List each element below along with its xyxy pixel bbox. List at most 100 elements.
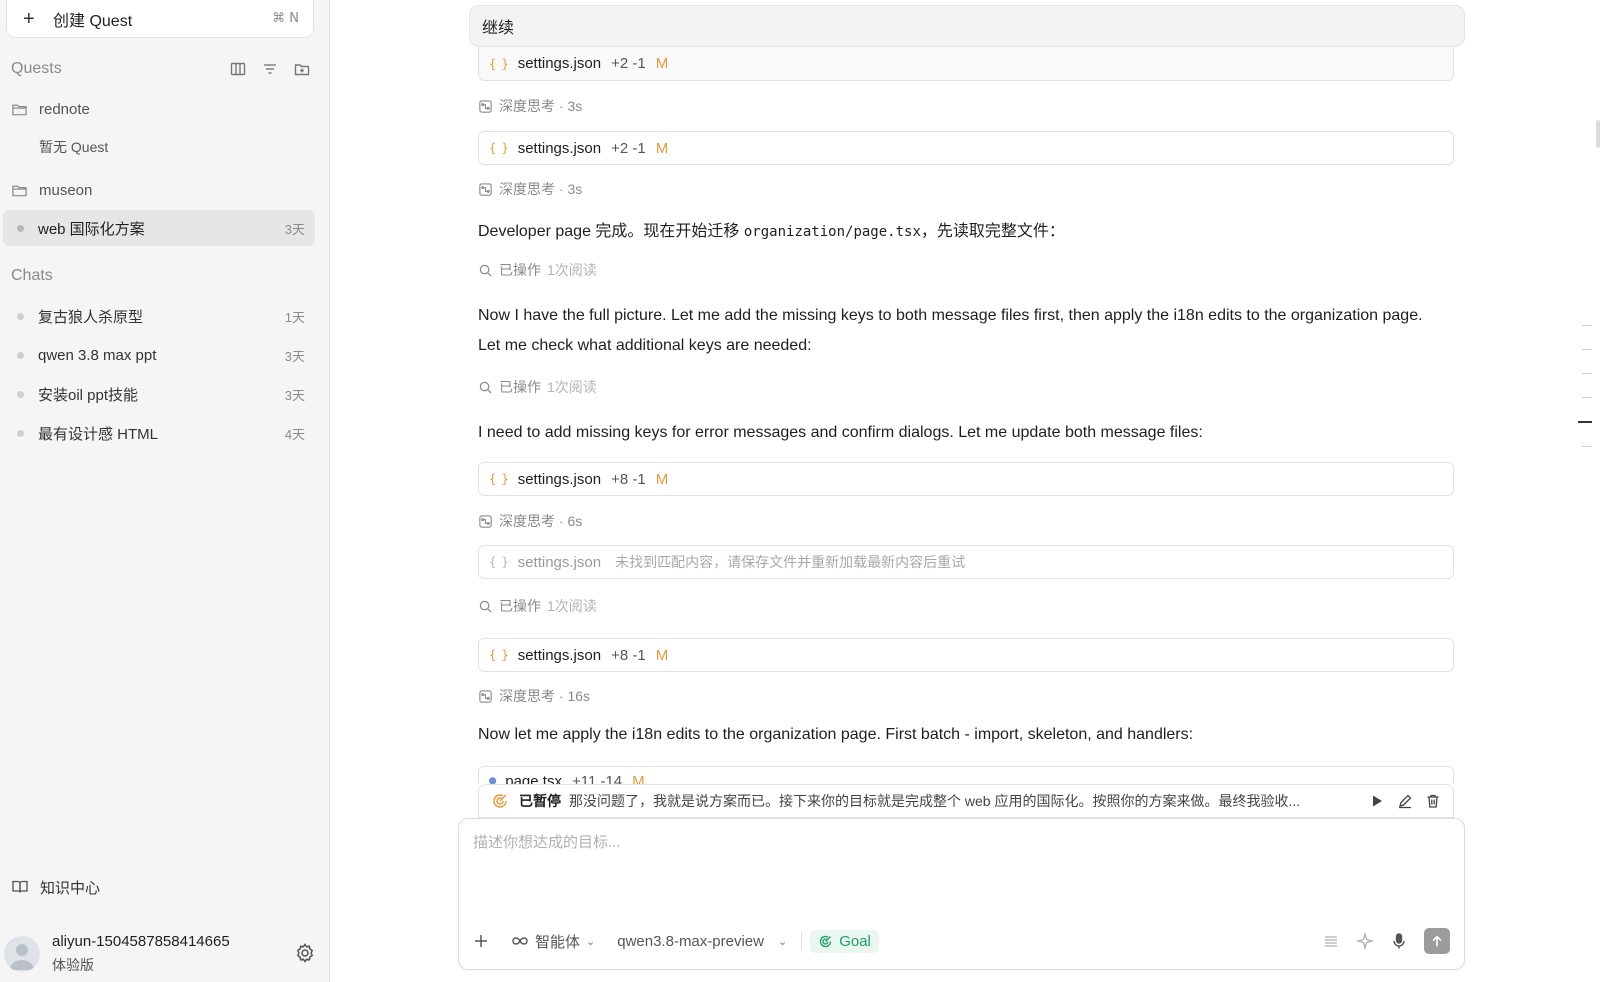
scrollbar-thumb[interactable] [1596,120,1600,148]
status-dot [17,312,24,320]
folder-museon[interactable]: museon [11,176,319,204]
chat-age: 3天 [284,348,305,364]
folder-rednote[interactable]: rednote [11,95,319,123]
plus-icon: + [23,7,35,30]
thinking-indicator[interactable]: 深度思考 · 3s [478,96,582,116]
file-name: page.tsx [505,773,562,784]
brain-icon [479,514,492,528]
model-select[interactable]: qwen3.8-max-preview ⌄ [617,933,787,950]
scroll-marker[interactable] [1582,325,1592,326]
text-segment: I need to add missing keys for error mes… [478,424,1203,441]
json-file-icon: { } [489,56,509,71]
file-edit-card[interactable]: { } settings.json +2 -1 M [478,131,1454,165]
tsx-file-icon: ● [489,773,496,784]
user-message: 继续 [469,5,1465,47]
file-edit-card[interactable]: { } settings.json +8 -1 M [478,462,1454,496]
quests-heading: Quests [11,60,62,77]
user-plan: 体验版 [52,957,94,973]
knowledge-label: 知识中心 [40,879,101,897]
knowledge-center-link[interactable]: 知识中心 [11,874,100,900]
assistant-text: Now I have the full picture. Let me add … [478,301,1438,361]
error-message: 未找到匹配内容，请保存文件并重新加载最新内容后重试 [615,554,966,570]
assistant-text: I need to add missing keys for error mes… [478,418,1438,448]
thinking-indicator[interactable]: 深度思考 · 6s [478,511,582,531]
quest-item-web-i18n[interactable]: web 国际化方案 3天 [3,210,315,246]
thinking-label: 深度思考 · 16s [499,688,591,704]
list-icon[interactable] [1322,932,1340,950]
file-name: settings.json [517,553,602,571]
send-button[interactable] [1424,928,1450,954]
paused-status: 已暂停 [519,793,561,809]
scroll-marker[interactable] [1582,373,1592,374]
agent-mode-select[interactable]: 智能体 ⌄ [511,931,595,952]
user-message-text: 继续 [482,20,515,37]
avatar[interactable] [4,936,40,972]
chats-heading: Chats [11,267,53,284]
chat-item[interactable]: 复古狼人杀原型 1天 [3,298,315,334]
chat-age: 1天 [284,309,305,325]
operations-summary[interactable]: 已操作 1次阅读 [478,260,597,280]
status-dot [17,429,24,437]
text-segment: ，先读取完整文件： [920,223,1065,240]
brain-icon [479,689,492,703]
goal-mode-button[interactable]: Goal [810,929,879,953]
diff-stats: +8 -1 [611,470,646,488]
sparkle-icon[interactable] [1355,931,1375,951]
ops-detail: 1次阅读 [547,379,597,395]
file-edit-card[interactable]: { } settings.json +8 -1 M [478,638,1454,672]
attach-button[interactable] [473,933,489,949]
diff-stats: +11 -14 [571,773,623,784]
scroll-marker[interactable] [1582,349,1592,350]
inline-code: organization/page.tsx [743,224,921,240]
file-edit-card-failed[interactable]: { } settings.json 未找到匹配内容，请保存文件并重新加载最新内容… [478,545,1454,579]
chat-item[interactable]: qwen 3.8 max ppt 3天 [3,337,315,373]
goal-input[interactable] [473,831,1443,901]
scroll-marker-active[interactable] [1578,421,1592,423]
chat-age: 4天 [284,426,305,442]
search-icon [479,600,492,613]
brain-icon [479,182,492,196]
text-segment: Developer page 完成。现在开始迁移 [478,223,744,240]
chat-item[interactable]: 安装oil ppt技能 3天 [3,376,315,412]
modified-badge: M [655,55,669,72]
new-quest-button[interactable]: + 创建 Quest ⌘ N [6,0,314,38]
status-dot [17,390,24,398]
quest-age: 3天 [284,221,305,237]
composer: 智能体 ⌄ qwen3.8-max-preview ⌄ Goal [458,818,1465,970]
diff-stats: +8 -1 [611,646,646,664]
play-icon[interactable] [1369,793,1385,809]
model-label: qwen3.8-max-preview [617,932,764,950]
gear-icon[interactable] [294,942,316,964]
thinking-indicator[interactable]: 深度思考 · 16s [478,686,590,706]
trash-icon[interactable] [1425,793,1441,809]
folder-name: rednote [39,100,90,118]
ops-detail: 1次阅读 [547,262,597,278]
operations-summary[interactable]: 已操作 1次阅读 [478,596,597,616]
edit-icon[interactable] [1397,793,1413,809]
shortcut-hint: ⌘ N [272,11,299,26]
file-edit-card[interactable]: ● page.tsx +11 -14 M [478,766,1454,784]
filter-icon[interactable] [261,60,279,78]
folder-name: museon [39,181,93,199]
chat-item[interactable]: 最有设计感 HTML 4天 [3,415,315,451]
user-name: aliyun-1504587858414665 [52,933,230,950]
json-file-icon: { } [489,141,509,155]
text-segment: Now let me apply the i18n edits to the o… [478,726,1194,743]
json-file-icon: { } [489,555,509,569]
columns-icon[interactable] [229,60,247,78]
scroll-marker[interactable] [1582,446,1592,447]
file-edit-card[interactable]: { } settings.json +2 -1 M [478,47,1454,81]
chevron-down-icon: ⌄ [586,935,596,948]
ops-label: 已操作 [499,262,541,278]
modified-badge: M [632,773,645,784]
microphone-icon[interactable] [1390,932,1408,950]
operations-summary[interactable]: 已操作 1次阅读 [478,377,597,397]
new-folder-icon[interactable] [293,60,311,78]
assistant-text: Now let me apply the i18n edits to the o… [478,720,1438,750]
chat-name: qwen 3.8 max ppt [38,346,157,364]
diff-stats: +2 -1 [611,139,646,157]
scroll-marker[interactable] [1582,397,1592,398]
user-profile[interactable]: aliyun-1504587858414665 体验版 [4,922,320,976]
thinking-indicator[interactable]: 深度思考 · 3s [478,179,582,199]
status-dot [17,351,24,359]
